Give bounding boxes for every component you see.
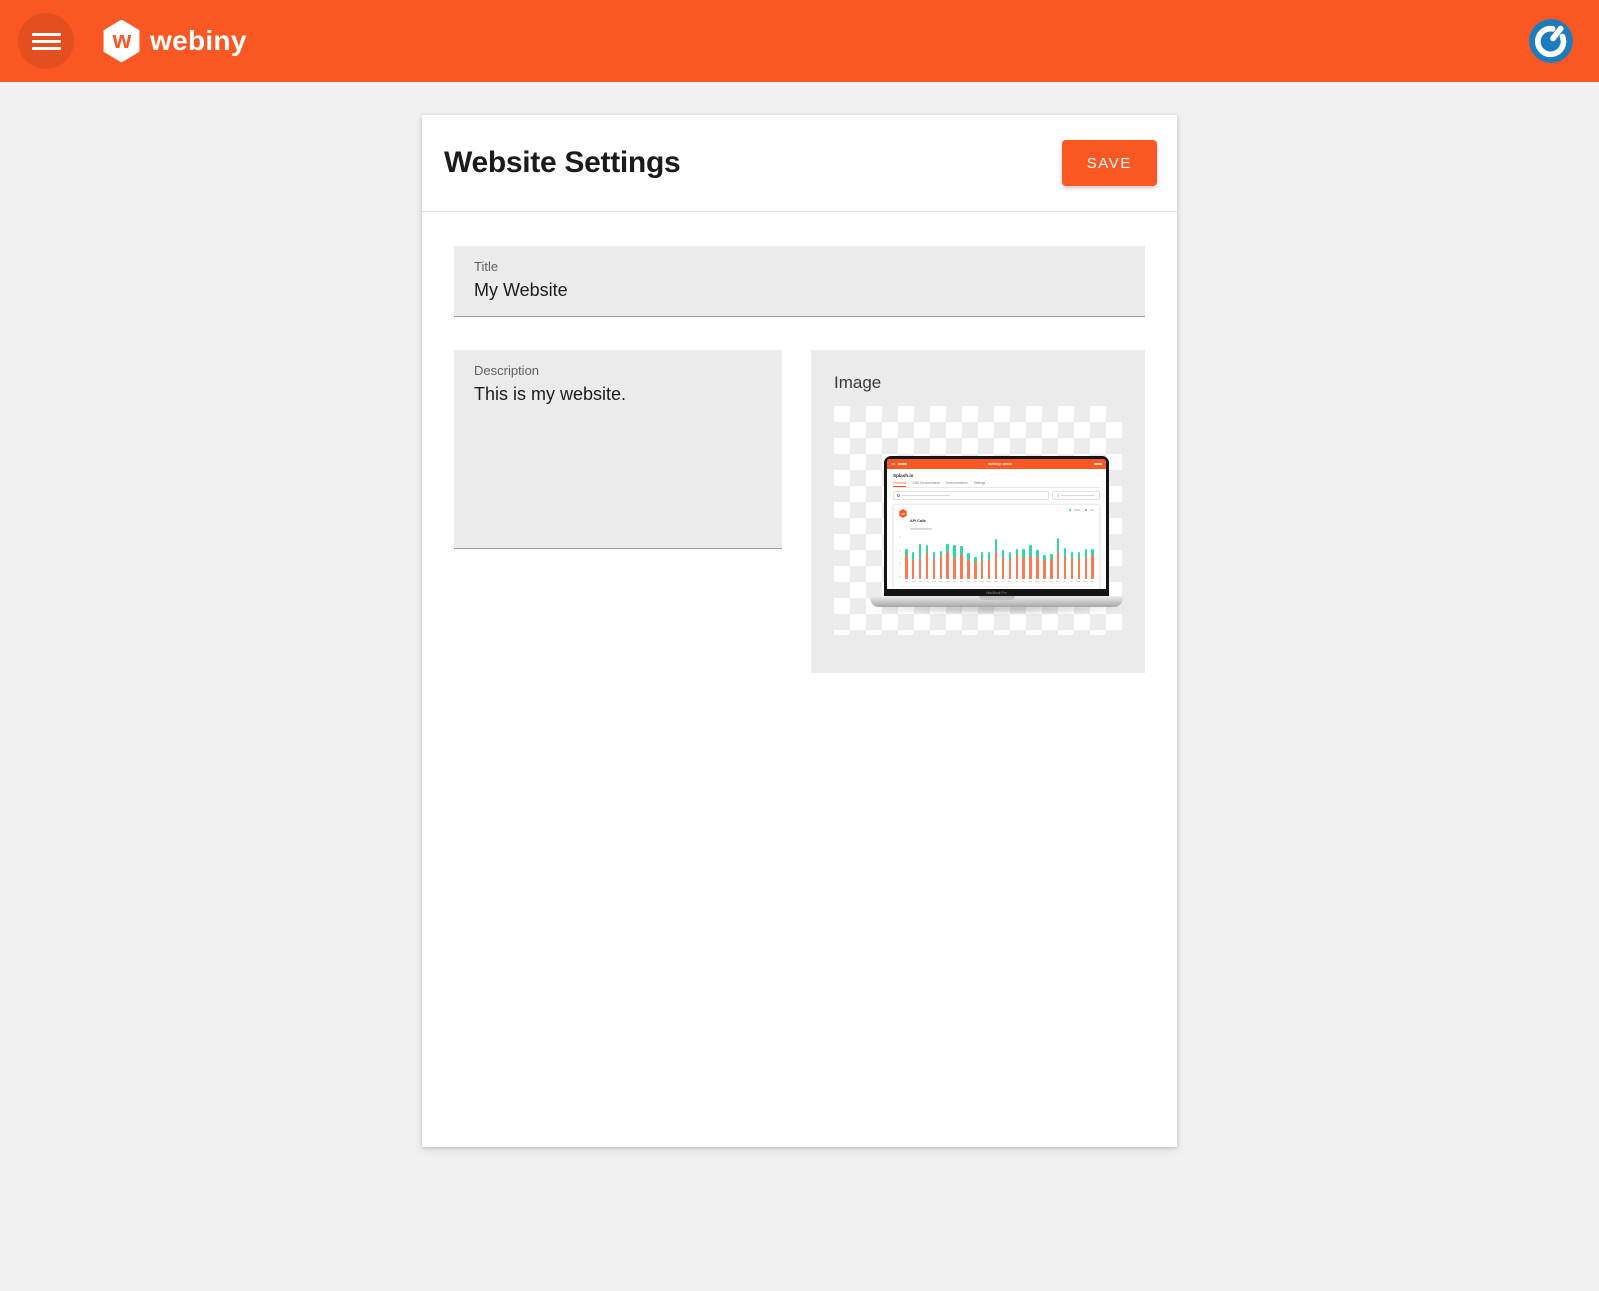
hamburger-icon: [32, 33, 61, 50]
settings-form: Title Description Image: [422, 212, 1177, 707]
mini-chart-bar: [1029, 545, 1032, 578]
mini-chart-bar: [1050, 554, 1053, 579]
webiny-wordmark: webiny: [150, 25, 247, 57]
image-preview[interactable]: webiny Splash.io Overview CMS Environment…: [834, 406, 1122, 635]
mini-chart-bar: [1064, 548, 1067, 579]
mini-chart-bar: [1078, 552, 1081, 578]
mini-tabs: Overview CMS Environments Team members Sett…: [893, 481, 1100, 488]
mini-nav-bar: webiny: [887, 459, 1106, 469]
mini-hamburger-icon: [891, 463, 895, 466]
laptop-screen: webiny Splash.io Overview CMS Environment…: [884, 456, 1109, 596]
webiny-hexagon-icon: w: [102, 20, 141, 63]
laptop-base: [870, 596, 1123, 607]
mini-chart-bar: [1036, 550, 1039, 579]
mini-stats-row: 94,34224,94569,379563ms769ms: [899, 586, 1094, 589]
gravatar-power-icon: [1529, 19, 1573, 63]
mini-tab: Settings: [974, 481, 986, 485]
mini-search-field: [893, 491, 1049, 500]
mini-chart-x-axis: [899, 581, 1094, 582]
description-input[interactable]: [474, 384, 762, 534]
card-header: Website Settings SAVE: [422, 115, 1177, 212]
mini-chart-bar: [919, 544, 922, 579]
title-field-label: Title: [474, 259, 1125, 274]
page-content: Website Settings SAVE Title Description …: [0, 82, 1599, 1147]
mini-chart-bar: [1091, 549, 1094, 578]
mini-chart-bar: [1057, 538, 1060, 578]
description-field-label: Description: [474, 363, 762, 378]
legend-dot-teal: [1069, 509, 1071, 511]
image-field-label: Image: [834, 373, 1122, 393]
mini-chart-bar: [960, 546, 963, 579]
form-row: Description Image: [454, 350, 1145, 673]
laptop-bezel-label: MacBook Pro: [887, 589, 1106, 596]
mini-chart-bar: [926, 545, 929, 578]
mini-chart-bar: [1009, 552, 1012, 578]
search-icon: [897, 494, 900, 497]
user-avatar[interactable]: [1529, 19, 1573, 63]
mini-chart-bar: [946, 544, 949, 578]
app-header: w webiny: [0, 0, 1599, 82]
page-title: Website Settings: [444, 146, 680, 180]
mini-tab: CMS Environments: [912, 481, 939, 485]
mini-chart-bar: [940, 551, 943, 579]
mini-chart-bar: [974, 557, 977, 579]
mini-project-name: Splash.io: [893, 473, 1100, 478]
mini-chart-bar: [953, 545, 956, 578]
mini-dashboard: webiny Splash.io Overview CMS Environment…: [887, 459, 1106, 589]
menu-button[interactable]: [18, 13, 74, 69]
mini-chart-bar: [1043, 555, 1046, 579]
mini-chart-bar: [905, 549, 908, 578]
mini-chart-bar: [1085, 549, 1088, 579]
mini-chart-legend: [1069, 509, 1094, 511]
description-field: Description: [454, 350, 782, 549]
mini-tab: Team members: [946, 481, 968, 485]
mini-chart-bar: [967, 553, 970, 579]
mini-tab: Overview: [893, 481, 906, 485]
webiny-logo[interactable]: w webiny: [102, 20, 247, 63]
title-field: Title: [454, 246, 1145, 317]
legend-dot-orange: [1085, 509, 1087, 511]
website-settings-card: Website Settings SAVE Title Description …: [422, 115, 1177, 1147]
mini-chart-bar: [1016, 549, 1019, 578]
mini-chart-bar: [981, 552, 984, 578]
mini-chart-title: API Calls: [910, 519, 926, 523]
title-input[interactable]: [474, 280, 1125, 301]
mini-brand: webiny: [988, 462, 1012, 466]
save-button[interactable]: SAVE: [1062, 140, 1157, 186]
mini-chart-bar: [1022, 549, 1025, 579]
mini-date-range: [1052, 491, 1100, 500]
mini-bar-chart: [899, 535, 1094, 579]
mini-chart-bar: [988, 552, 991, 578]
mini-chart-bar: [933, 552, 936, 579]
mini-chart-bar: [912, 552, 915, 579]
image-field: Image webiny: [811, 350, 1145, 673]
mini-chart-card: w API Calls: [893, 504, 1100, 589]
mini-chart-y-axis: [899, 537, 901, 577]
mini-chart-bar: [995, 539, 998, 579]
mini-chart-bar: [1071, 552, 1074, 579]
api-calls-icon: w: [899, 509, 907, 518]
mini-chart-bar: [1002, 550, 1005, 579]
